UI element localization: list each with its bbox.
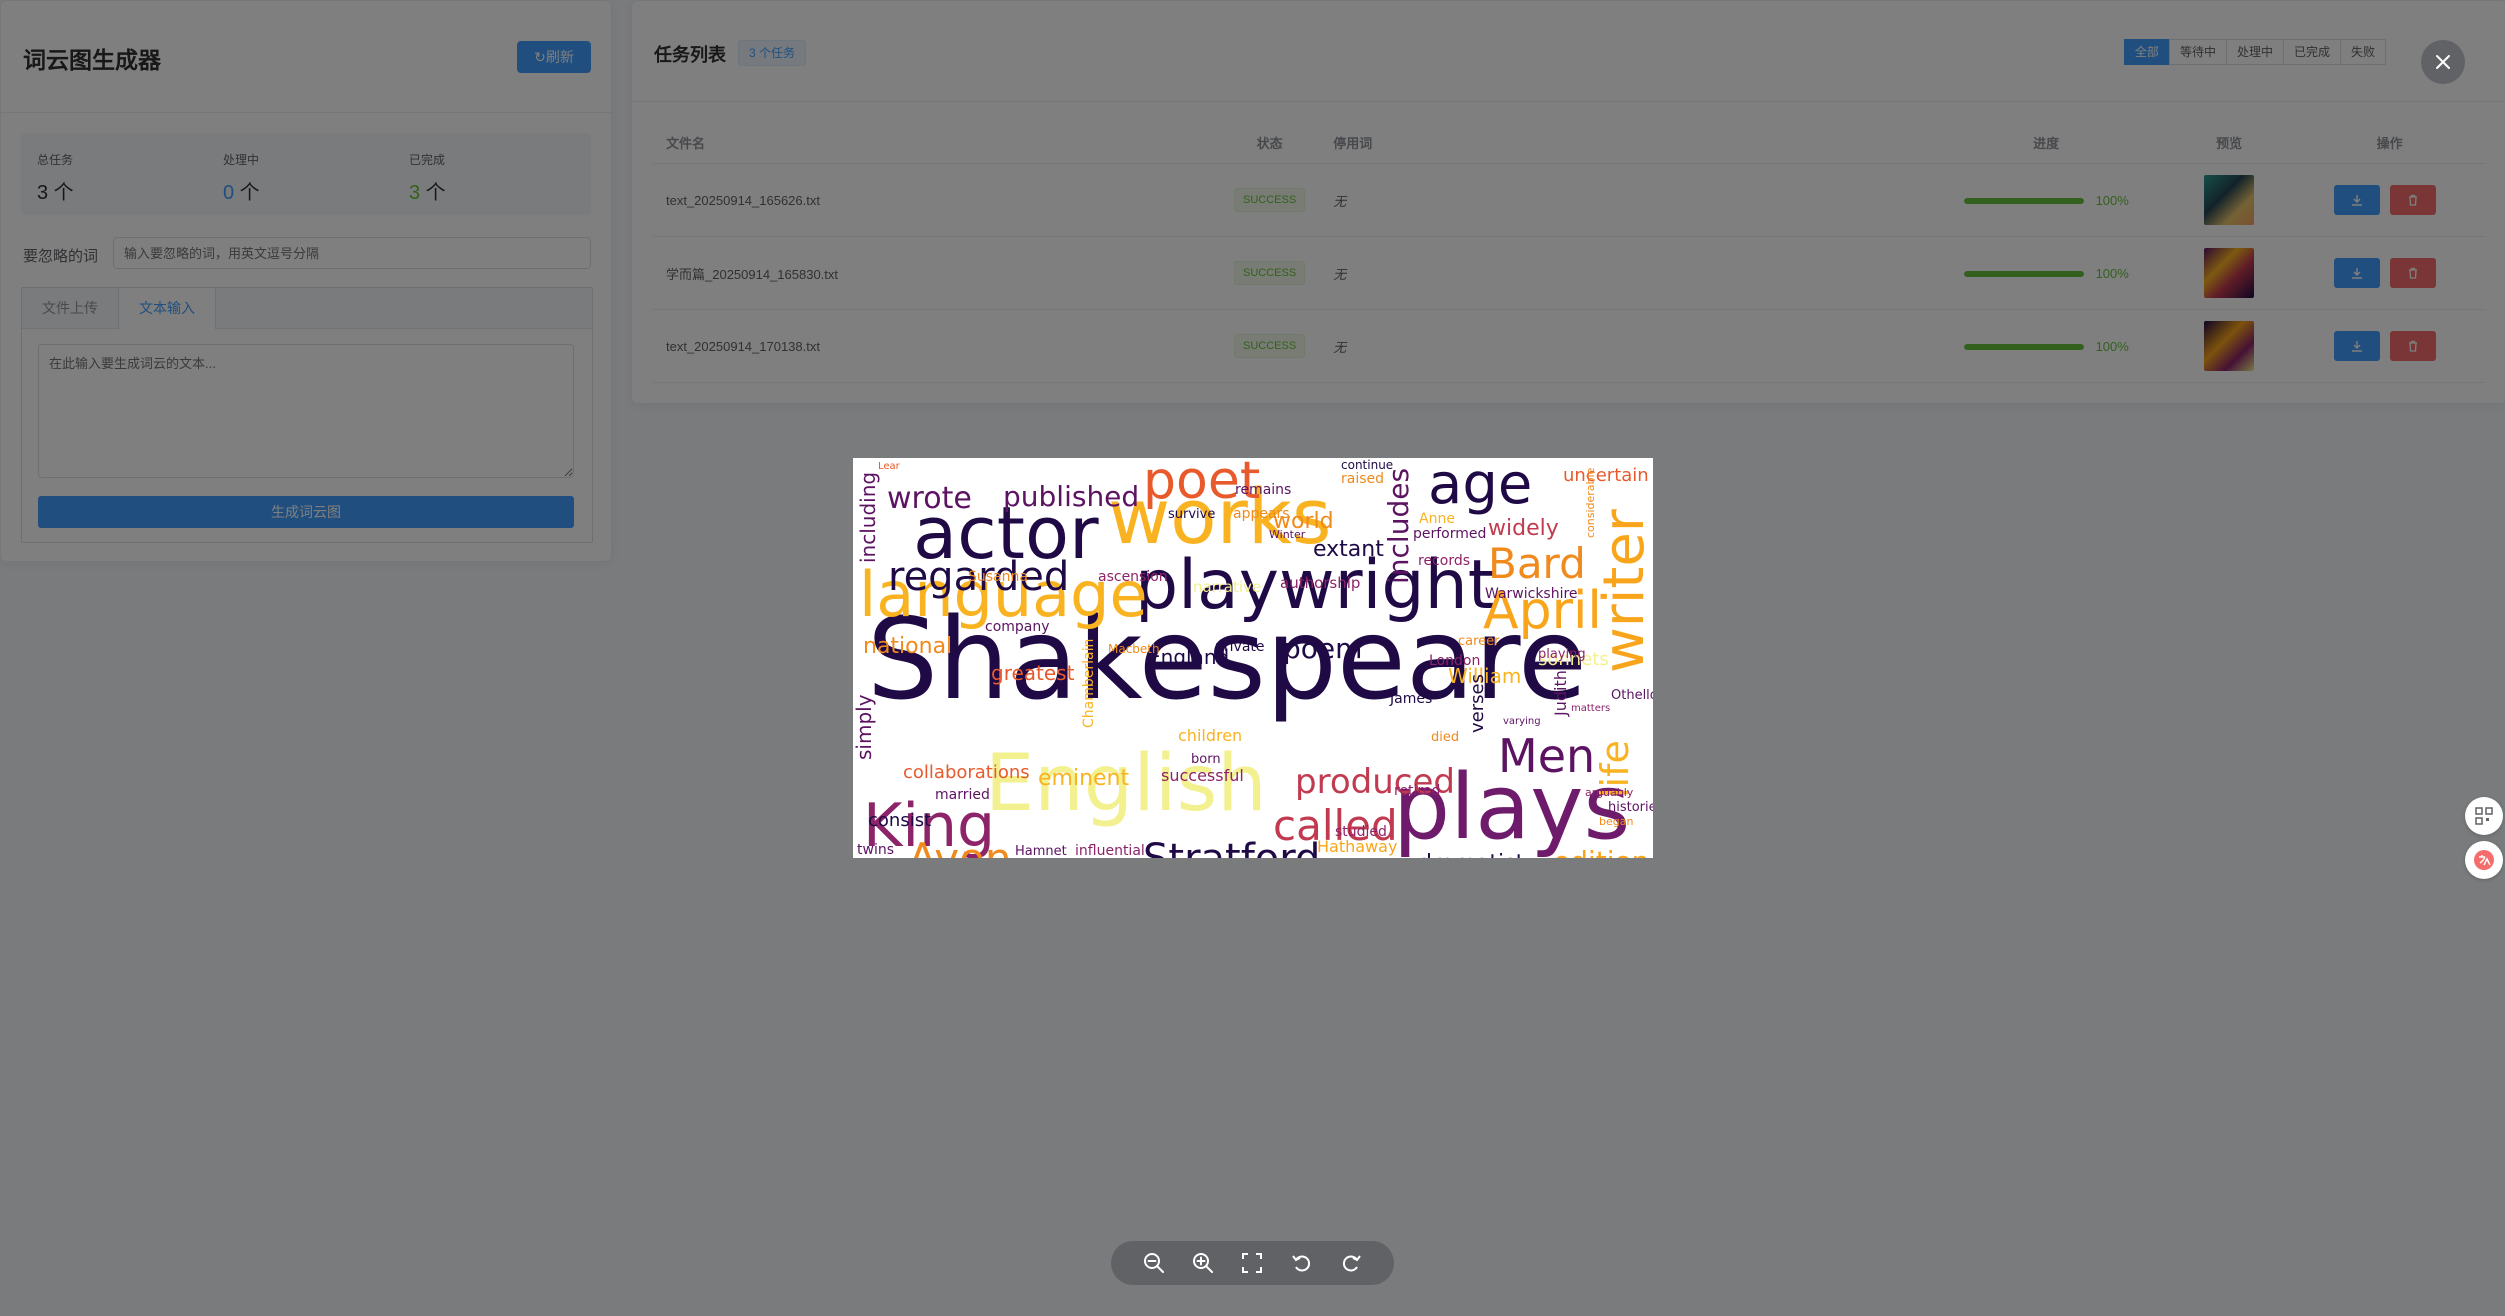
wordcloud-word: remains	[1235, 482, 1291, 498]
wordcloud-word: twins	[857, 842, 894, 858]
wordcloud-word: influential	[1075, 843, 1145, 858]
wordcloud-word: including	[856, 472, 880, 563]
wordcloud-word: considerable	[1584, 467, 1597, 538]
close-preview-button[interactable]	[2421, 40, 2465, 84]
fullscreen-icon[interactable]	[1239, 1250, 1265, 1276]
wordcloud-word: varying	[1503, 716, 1541, 727]
wordcloud-word: born	[1191, 752, 1221, 767]
wordcloud-word: retired	[1394, 783, 1440, 799]
wordcloud-word: died	[1431, 730, 1459, 745]
wordcloud-word: greatest	[991, 661, 1075, 685]
wordcloud-word: narrative	[1193, 578, 1261, 596]
wordcloud-word: Men	[1498, 729, 1595, 783]
wordcloud-word: collaborations	[903, 762, 1030, 783]
wordcloud-word: Chamberlain	[1081, 639, 1097, 728]
translate-float-button[interactable]	[2465, 841, 2503, 879]
wordcloud-word: Avon	[908, 834, 1011, 858]
wordcloud-word: matters	[1571, 703, 1610, 714]
wordcloud-word: married	[935, 787, 990, 803]
wordcloud-word: successful	[1161, 766, 1244, 785]
wordcloud-word: extant	[1313, 537, 1384, 562]
wordcloud-word: Hamnet	[1015, 844, 1067, 858]
wordcloud-word: dramatist	[1418, 851, 1525, 858]
wordcloud-word: company	[985, 619, 1050, 635]
wordcloud-word: histories	[1608, 800, 1653, 815]
wordcloud-word: survive	[1168, 507, 1215, 522]
wordcloud-word: raised	[1341, 471, 1384, 487]
wordcloud-word: began	[1599, 815, 1633, 828]
wordcloud-word: Lear	[878, 461, 901, 472]
preview-toolbar	[1111, 1241, 1394, 1285]
wordcloud-word: widely	[1488, 516, 1559, 541]
wordcloud-preview-image: Shakespeare works playwright plays English ac…	[853, 458, 1653, 858]
wordcloud-word: appears	[1233, 506, 1290, 522]
wordcloud-word: children	[1178, 726, 1242, 745]
wordcloud-word: Othello	[1611, 688, 1653, 703]
rotate-left-icon[interactable]	[1289, 1250, 1315, 1276]
wordcloud-word: Warwickshire	[1485, 586, 1578, 602]
wordcloud-word: poem	[1283, 632, 1362, 665]
wordcloud-word: ascension	[1098, 569, 1168, 585]
zoom-in-icon[interactable]	[1190, 1250, 1216, 1276]
wordcloud-word: uncertain	[1563, 465, 1649, 486]
wordcloud-word: authorship	[1280, 574, 1360, 592]
wordcloud-word: Bard	[1488, 539, 1586, 588]
wordcloud-word: Judith	[1551, 670, 1570, 717]
wordcloud-word: verses	[1467, 674, 1488, 733]
wordcloud-word: simply	[853, 694, 876, 760]
wordcloud-word: eminent	[1038, 766, 1130, 791]
wordcloud-word: consist	[868, 810, 931, 831]
wordcloud-word: age	[1428, 458, 1532, 517]
wordcloud-word: records	[1418, 553, 1470, 569]
wordcloud-word: Macbeth	[1108, 642, 1160, 656]
wordcloud-word: London	[1429, 653, 1480, 669]
translate-icon	[2474, 850, 2494, 870]
close-icon	[2436, 55, 2450, 69]
wordcloud-word: James	[1389, 691, 1432, 707]
wordcloud-word: Winter	[1269, 528, 1306, 541]
wordcloud-word: career	[1458, 634, 1500, 649]
image-preview-overlay[interactable]: Shakespeare works playwright plays English ac…	[0, 0, 2505, 1316]
wordcloud-word: published	[1003, 480, 1139, 513]
qr-code-float-button[interactable]	[2465, 797, 2503, 835]
wordcloud-word: performed	[1413, 526, 1486, 542]
wordcloud-word: includes	[1382, 468, 1415, 584]
wordcloud-word: edition	[1553, 845, 1649, 858]
wordcloud-word: national	[863, 634, 952, 659]
wordcloud-word: Susanna	[968, 569, 1028, 585]
zoom-out-icon[interactable]	[1141, 1250, 1167, 1276]
wordcloud-word: playing	[1538, 647, 1586, 662]
wordcloud-word: wrote	[887, 481, 972, 516]
wordcloud-word: studied	[1335, 824, 1387, 840]
qr-code-icon	[2475, 807, 2493, 825]
wordcloud-word: Anne	[1419, 511, 1455, 527]
wordcloud-word: continue	[1341, 458, 1393, 472]
wordcloud-word: arguably	[1585, 786, 1634, 799]
rotate-right-icon[interactable]	[1338, 1250, 1364, 1276]
wordcloud-word: private	[1215, 639, 1265, 655]
